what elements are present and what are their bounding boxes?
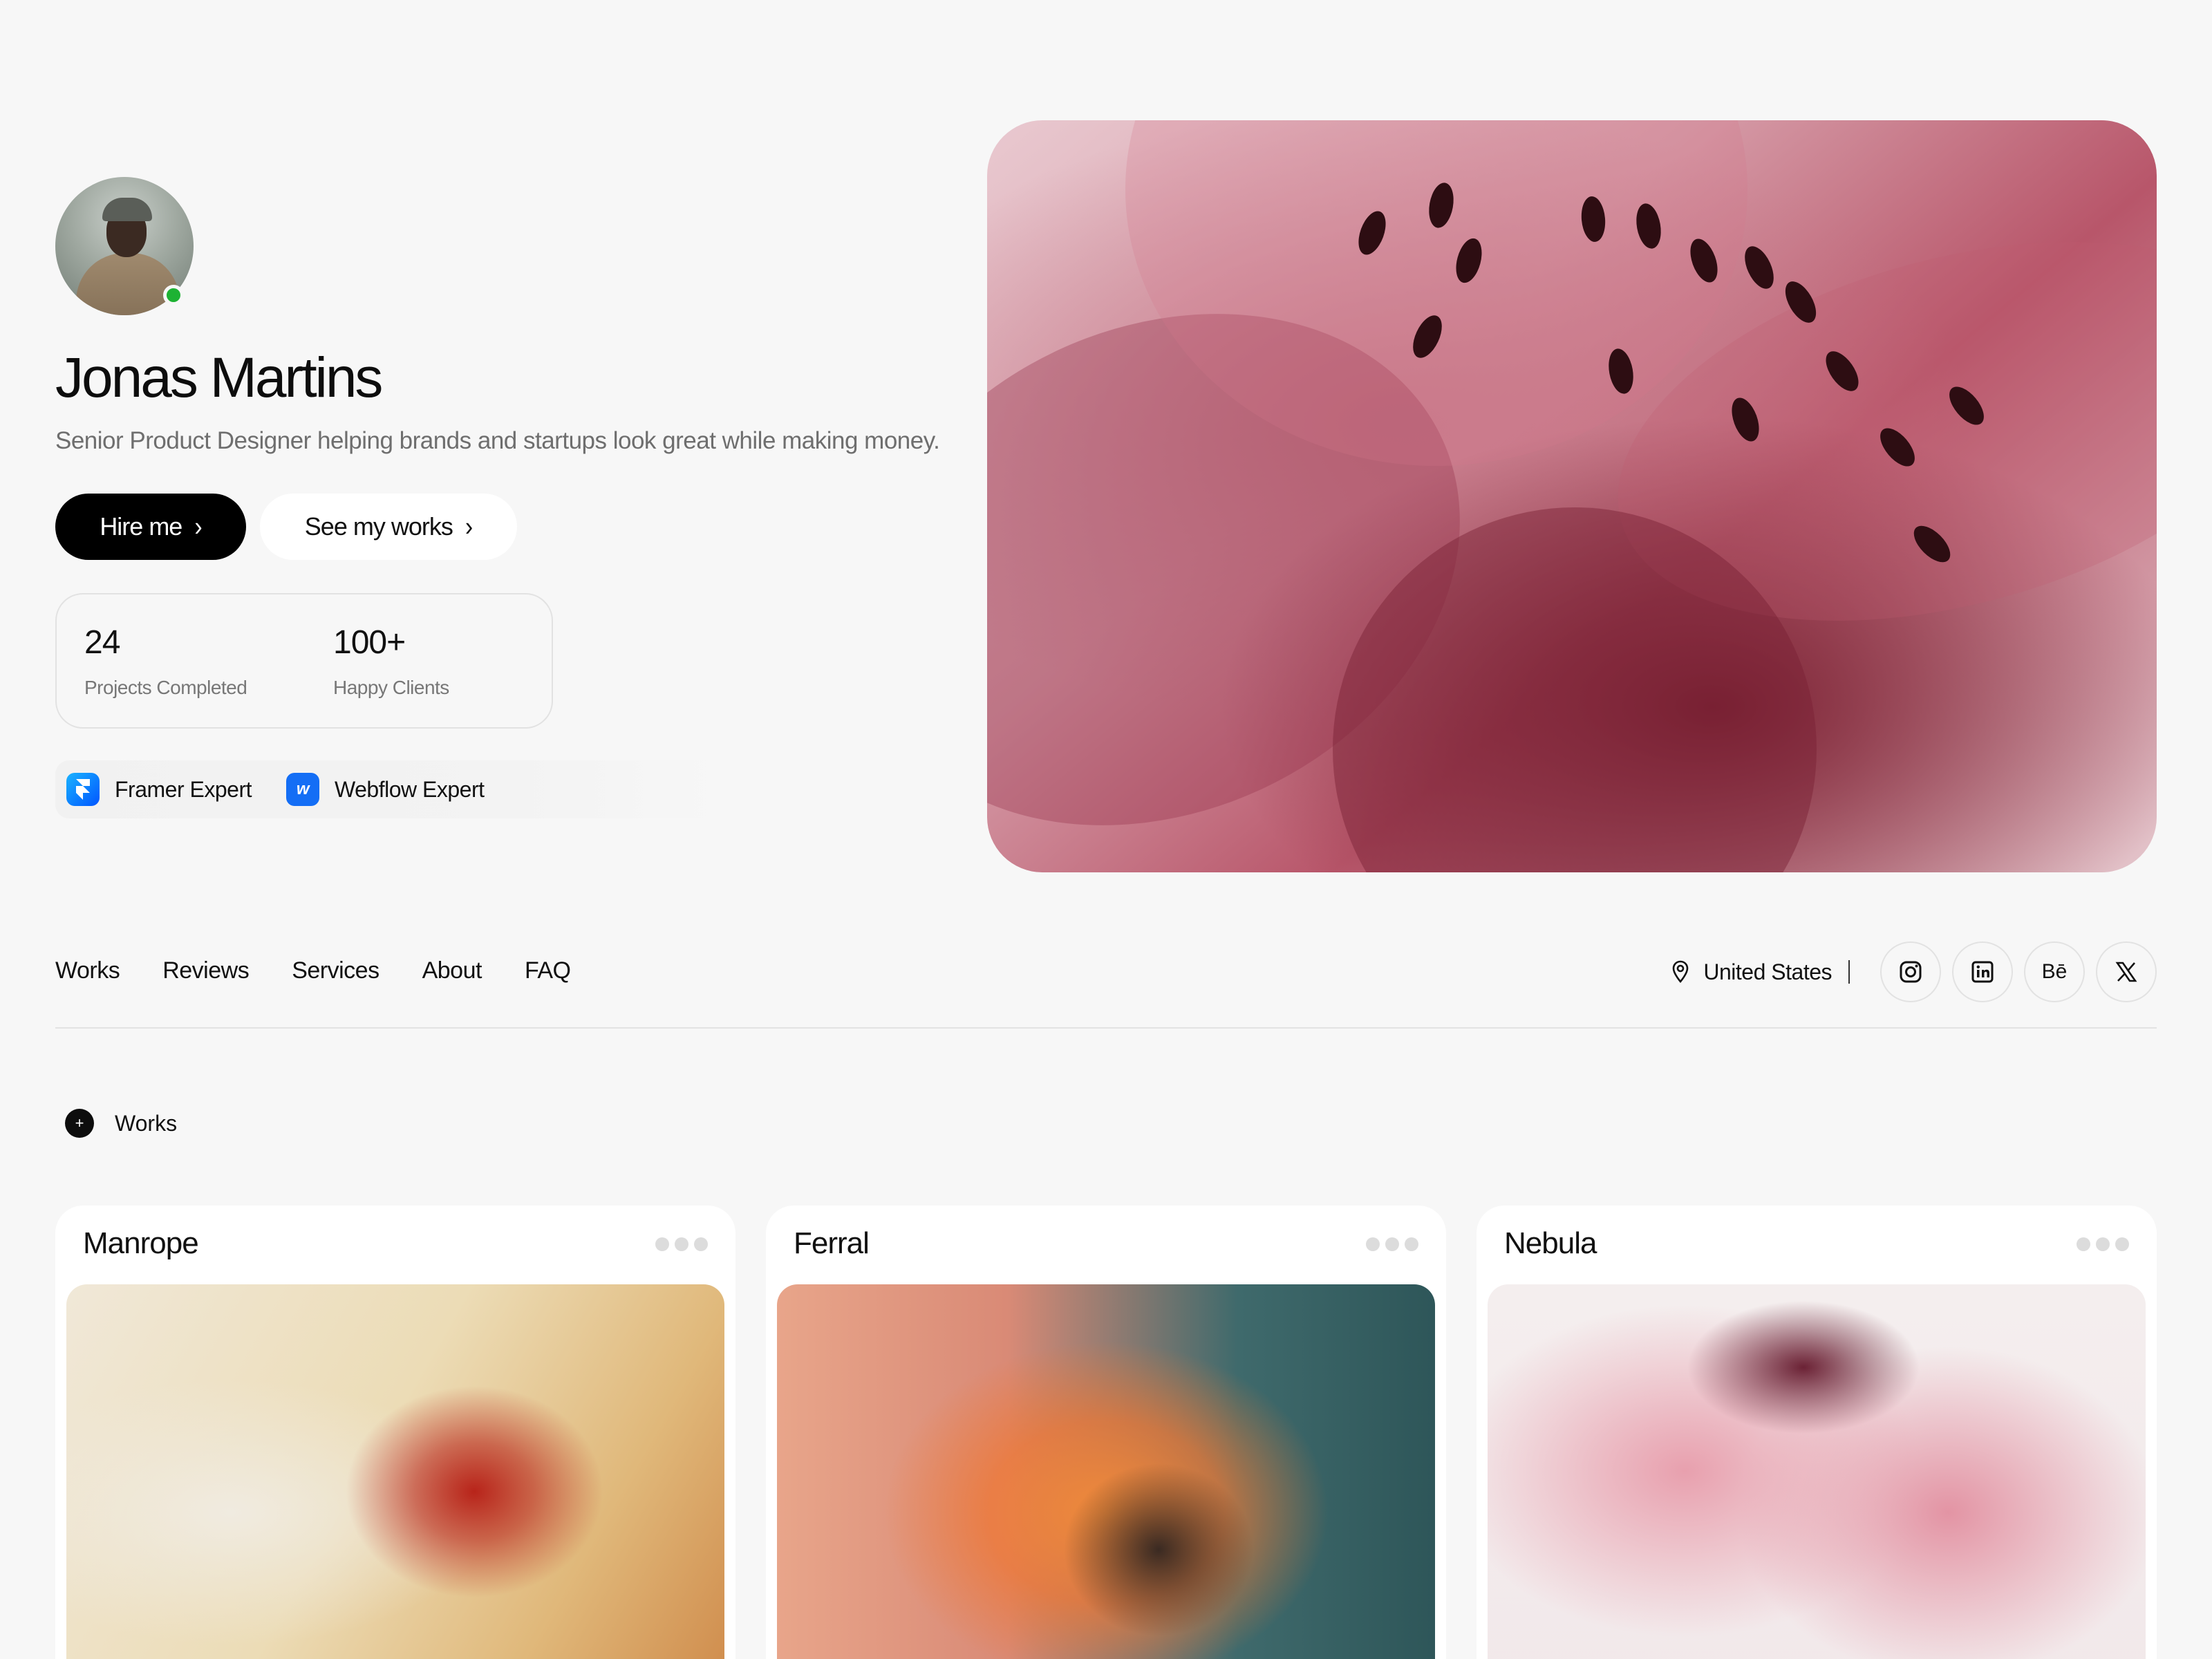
divider (1848, 960, 1850, 984)
nav-divider (55, 1027, 2157, 1029)
section-title: Works (115, 1110, 178, 1136)
plus-icon: + (65, 1109, 94, 1138)
map-pin-icon (1673, 960, 1689, 983)
badge-label: Webflow Expert (335, 776, 485, 802)
stat-value: 24 (84, 624, 120, 661)
badge-label: Framer Expert (115, 776, 252, 802)
behance-icon: Bē (2041, 960, 2068, 983)
instagram-icon (1900, 961, 1922, 983)
card-title: Nebula (1504, 1226, 1597, 1260)
main-nav: Works Reviews Services About FAQ (55, 943, 571, 998)
card-thumbnail (777, 1284, 1435, 1659)
more-options-icon[interactable] (1366, 1237, 1418, 1251)
expert-badges: Framer Expert w Webflow Expert (55, 760, 719, 818)
online-status-indicator (163, 285, 184, 306)
nav-right: United States Bē (1671, 941, 2157, 1002)
stat-projects: 24 Projects Completed (84, 624, 247, 699)
hire-me-label: Hire me (100, 512, 182, 541)
linkedin-button[interactable] (1952, 941, 2013, 1002)
work-card-ferral[interactable]: Ferral (766, 1206, 1446, 1659)
linkedin-icon (1971, 961, 1994, 983)
see-my-works-label: See my works (304, 512, 453, 541)
nav-item-services[interactable]: Services (292, 957, 379, 984)
location: United States (1671, 959, 1850, 985)
framer-icon (66, 773, 100, 806)
hire-me-button[interactable]: Hire me › (55, 494, 246, 560)
behance-button[interactable]: Bē (2024, 941, 2085, 1002)
profile-name: Jonas Martins (55, 346, 383, 409)
x-icon (2115, 962, 2137, 982)
webflow-icon: w (286, 773, 319, 806)
works-section-label: + Works (65, 1109, 177, 1138)
x-button[interactable] (2096, 941, 2157, 1002)
stat-label: Happy Clients (333, 677, 449, 698)
stat-label: Projects Completed (84, 677, 247, 698)
nav-item-about[interactable]: About (422, 957, 482, 984)
profile-bio: Senior Product Designer helping brands a… (55, 427, 940, 454)
hero-flower-image (987, 120, 2157, 872)
instagram-button[interactable] (1880, 941, 1941, 1002)
card-title: Ferral (794, 1226, 870, 1260)
chevron-right-icon: › (194, 512, 202, 542)
stats-card: 24 Projects Completed 100+ Happy Clients (55, 593, 553, 729)
nav-item-works[interactable]: Works (55, 957, 120, 984)
location-text: United States (1703, 959, 1832, 984)
badge-framer: Framer Expert (66, 773, 252, 806)
stat-value: 100+ (333, 624, 406, 661)
nav-item-faq[interactable]: FAQ (525, 957, 571, 984)
more-options-icon[interactable] (655, 1237, 708, 1251)
see-my-works-button[interactable]: See my works › (260, 494, 517, 560)
chevron-right-icon: › (465, 512, 473, 542)
card-thumbnail (66, 1284, 724, 1659)
work-card-manrope[interactable]: Manrope (55, 1206, 735, 1659)
stat-clients: 100+ Happy Clients (333, 624, 449, 699)
card-thumbnail (1488, 1284, 2146, 1659)
nav-item-reviews[interactable]: Reviews (162, 957, 249, 984)
badge-webflow: w Webflow Expert (286, 773, 485, 806)
work-card-nebula[interactable]: Nebula (1477, 1206, 2157, 1659)
card-title: Manrope (83, 1226, 199, 1260)
more-options-icon[interactable] (2077, 1237, 2129, 1251)
